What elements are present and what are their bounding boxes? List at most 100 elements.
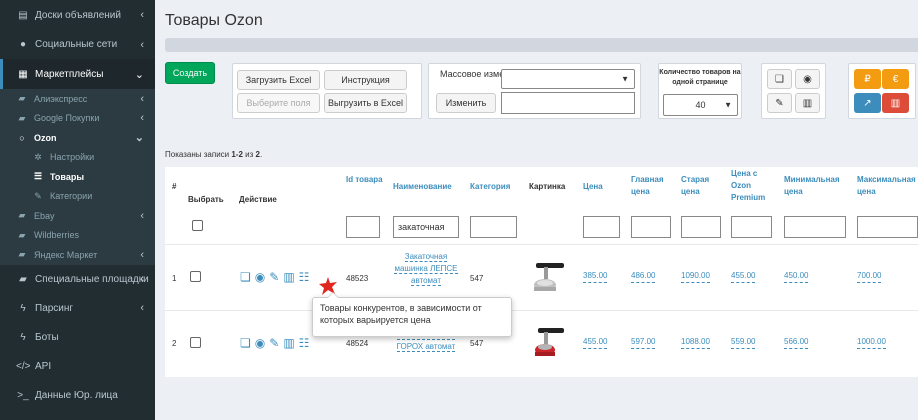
- sidebar-item-settings[interactable]: ✲ Настройки: [0, 148, 155, 168]
- filter-name[interactable]: закаточная: [393, 216, 459, 238]
- truck-icon: ▰: [18, 229, 26, 240]
- trash-icon[interactable]: ▥: [882, 93, 909, 113]
- sidebar-item-label: Яндекс Маркет: [34, 249, 98, 260]
- sidebar-item-special[interactable]: ▰ Специальные площадки ‹: [0, 265, 155, 294]
- mass-change-input[interactable]: [501, 92, 635, 114]
- sidebar-item-wildberries[interactable]: ▰ Wildberries: [0, 226, 155, 246]
- header-min-price[interactable]: Минимальная цена: [784, 174, 844, 198]
- sidebar-item-google[interactable]: ▰ Google Покупки ‹: [0, 109, 155, 129]
- row-divider: [165, 310, 918, 311]
- summary-suffix: .: [259, 150, 263, 159]
- sidebar-item-label: Специальные площадки: [35, 273, 149, 285]
- progress-bar: [165, 38, 918, 52]
- sidebar-item-label: Данные Юр. лица: [35, 389, 118, 401]
- sidebar-item-parsing[interactable]: ϟ Парсинг ‹: [0, 294, 155, 323]
- row-price[interactable]: 385.00: [583, 271, 608, 283]
- filter-main-price[interactable]: [631, 216, 671, 238]
- trash-icon[interactable]: ▥: [283, 270, 294, 284]
- chevron-left-icon: ‹: [140, 9, 144, 21]
- sidebar-item-products[interactable]: ☰ Товары: [0, 167, 155, 187]
- row-old-price[interactable]: 1090.00: [681, 271, 710, 283]
- sidebar-item-ebay[interactable]: ▰ Ebay ‹: [0, 206, 155, 226]
- truck-icon: ▰: [18, 249, 26, 260]
- row-checkbox[interactable]: [190, 271, 201, 282]
- eye-icon[interactable]: ◉: [255, 336, 265, 350]
- header-max-price[interactable]: Максимальная цена: [857, 174, 918, 198]
- row-main-price[interactable]: 597.00: [631, 337, 656, 349]
- row-ozon-price[interactable]: 559.00: [731, 337, 756, 349]
- row-min-price[interactable]: 450.00: [784, 271, 809, 283]
- grid-icon: ▦: [18, 68, 28, 80]
- row-min-price[interactable]: 566.00: [784, 337, 809, 349]
- filter-price[interactable]: [583, 216, 620, 238]
- sidebar-item-boards[interactable]: ▤ Доски объявлений ‹: [0, 0, 155, 30]
- row-price[interactable]: 455.00: [583, 337, 608, 349]
- copy-icon[interactable]: ❏: [240, 336, 251, 350]
- row-max-price[interactable]: 1000.00: [857, 337, 886, 349]
- row-main-price[interactable]: 486.00: [631, 271, 656, 283]
- sidebar-item-aliexpress[interactable]: ▰ Алиэкспресс ‹: [0, 89, 155, 109]
- header-old-price[interactable]: Старая цена: [681, 174, 721, 198]
- pencil-icon[interactable]: ✎: [767, 93, 792, 113]
- header-price[interactable]: Цена: [583, 181, 603, 193]
- filter-name-value: закаточная: [398, 222, 445, 232]
- chevron-down-icon: ⌄: [134, 132, 144, 145]
- choose-fields-button[interactable]: Выберите поля: [237, 93, 320, 113]
- eye-icon[interactable]: ◉: [795, 69, 820, 89]
- competitors-icon[interactable]: ☷: [299, 270, 310, 284]
- instruction-button[interactable]: Инструкция: [324, 70, 407, 90]
- sidebar-item-marketplaces[interactable]: ▦ Маркетплейсы ⌄: [0, 59, 155, 89]
- chevron-left-icon: ‹: [140, 273, 144, 285]
- copy-icon[interactable]: ❏: [767, 69, 792, 89]
- export-excel-button[interactable]: Выгрузить в Excel: [324, 93, 407, 113]
- sidebar-item-api[interactable]: </> API: [0, 352, 155, 381]
- pencil-icon[interactable]: ✎: [269, 336, 279, 350]
- filter-category[interactable]: [470, 216, 517, 238]
- trash-icon[interactable]: ▥: [795, 93, 820, 113]
- sidebar-item-social[interactable]: ● Социальные сети ‹: [0, 30, 155, 59]
- competitors-icon[interactable]: ☷: [299, 336, 310, 350]
- row-old-price[interactable]: 1088.00: [681, 337, 710, 349]
- filter-old-price[interactable]: [681, 216, 721, 238]
- circle-icon: ○: [19, 132, 25, 143]
- page-size-value: 40: [695, 100, 706, 110]
- page-size-select[interactable]: 40 ▼: [663, 94, 738, 116]
- products-table: # Выбрать Действие Id товара Наименовани…: [165, 167, 918, 377]
- pencil-icon[interactable]: ✎: [269, 270, 279, 284]
- filter-id[interactable]: [346, 216, 380, 238]
- header-ozon-price[interactable]: Цена с Ozon Premium: [731, 168, 776, 204]
- create-button[interactable]: Создать: [165, 62, 215, 84]
- upload-excel-button[interactable]: Загрузить Excel: [237, 70, 320, 90]
- sidebar-item-bots[interactable]: ϟ Боты: [0, 323, 155, 352]
- select-all-checkbox[interactable]: [192, 220, 203, 231]
- list-icon: ☰: [33, 171, 43, 182]
- sidebar-item-label: Категории: [50, 191, 93, 202]
- euro-icon[interactable]: €: [882, 69, 909, 89]
- row-name-link[interactable]: Закаточная машинка ЛЕПСЕ автомат: [393, 251, 459, 287]
- share-icon[interactable]: ↗: [854, 93, 881, 113]
- sidebar-item-label: Настройки: [50, 152, 95, 163]
- sidebar-item-label: Доски объявлений: [35, 9, 121, 21]
- sidebar-item-categories[interactable]: ✎ Категории: [0, 187, 155, 207]
- filter-min-price[interactable]: [784, 216, 846, 238]
- filter-ozon-price[interactable]: [731, 216, 772, 238]
- row-checkbox[interactable]: [190, 337, 201, 348]
- ruble-icon[interactable]: ₽: [854, 69, 881, 89]
- header-id[interactable]: Id товара: [346, 174, 386, 186]
- header-name[interactable]: Наименование: [393, 181, 452, 193]
- competitors-tooltip: Товары конкурентов, в зависимости от кот…: [312, 292, 512, 337]
- filter-max-price[interactable]: [857, 216, 918, 238]
- trash-icon[interactable]: ▥: [283, 336, 294, 350]
- sidebar-item-company[interactable]: ⊕: [0, 410, 155, 420]
- mass-change-select[interactable]: ▼: [501, 69, 635, 89]
- header-main-price[interactable]: Главная цена: [631, 174, 671, 198]
- eye-icon[interactable]: ◉: [255, 270, 265, 284]
- header-category[interactable]: Категория: [470, 181, 510, 193]
- sidebar-item-yandex[interactable]: ▰ Яндекс Маркет ‹: [0, 245, 155, 265]
- row-ozon-price[interactable]: 455.00: [731, 271, 756, 283]
- sidebar-item-legal[interactable]: >_ Данные Юр. лица: [0, 381, 155, 410]
- change-button[interactable]: Изменить: [436, 93, 496, 113]
- sidebar-item-ozon[interactable]: ○ Ozon ⌄: [0, 128, 155, 148]
- copy-icon[interactable]: ❏: [240, 270, 251, 284]
- row-max-price[interactable]: 700.00: [857, 271, 882, 283]
